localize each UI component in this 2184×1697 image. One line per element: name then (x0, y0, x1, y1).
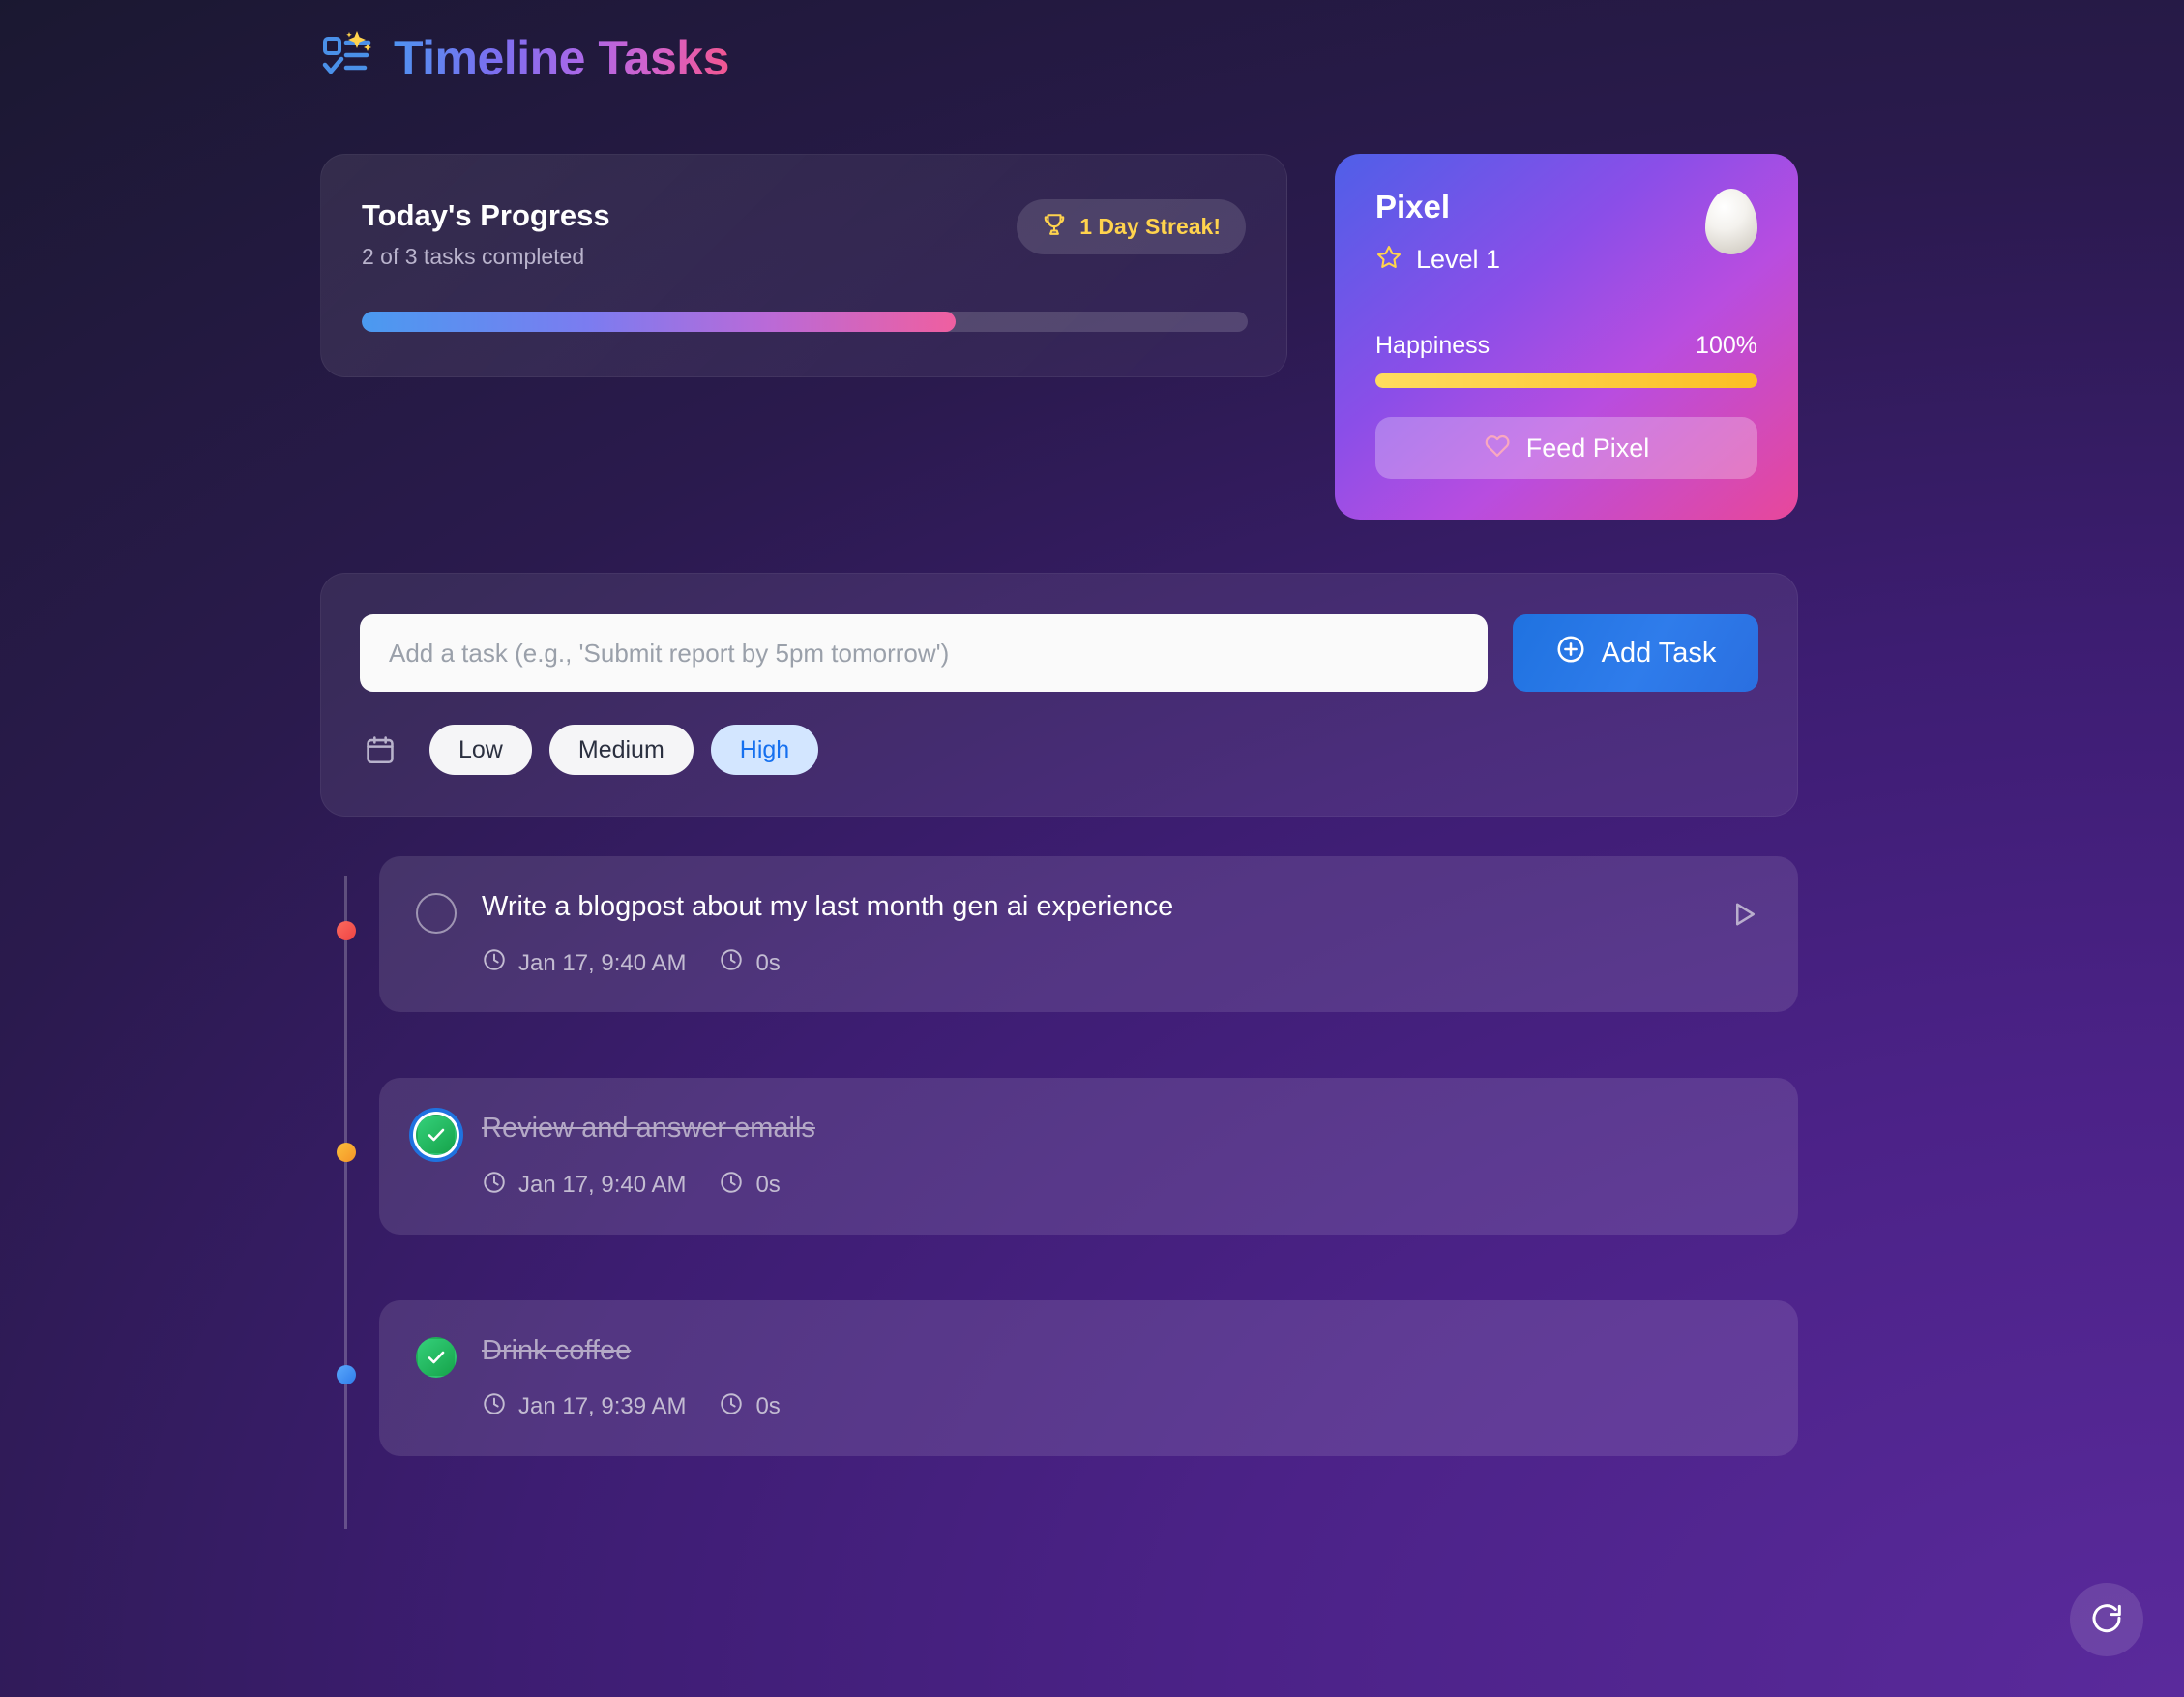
task-duration-label: 0s (755, 949, 781, 976)
page-title: Timeline Tasks (394, 31, 729, 85)
composer-input-row: Add Task (360, 614, 1758, 692)
clock-icon (482, 1391, 507, 1423)
feed-pixel-button[interactable]: Feed Pixel (1375, 417, 1757, 479)
task-date-label: Jan 17, 9:40 AM (518, 949, 687, 976)
task-meta: Jan 17, 9:40 AM 0s (482, 1170, 1761, 1202)
task-duration: 0s (719, 1170, 781, 1202)
task-duration-label: 0s (755, 1172, 781, 1198)
timeline-dot-high (337, 921, 356, 940)
progress-text-block: Today's Progress 2 of 3 tasks completed (362, 197, 610, 270)
task-date: Jan 17, 9:40 AM (482, 947, 686, 979)
heart-icon (1484, 432, 1511, 465)
progress-header: Today's Progress 2 of 3 tasks completed … (362, 197, 1246, 270)
pixel-level-row: Level 1 (1375, 244, 1757, 276)
pixel-level-label: Level 1 (1416, 245, 1501, 274)
timeline-dot-medium (337, 1143, 356, 1163)
task-meta: Jan 17, 9:40 AM 0s (482, 947, 1701, 979)
progress-subtitle: 2 of 3 tasks completed (362, 243, 585, 269)
start-timer-button[interactable] (1727, 897, 1761, 935)
clock-icon (719, 1170, 744, 1202)
refresh-icon (2088, 1600, 2125, 1640)
todays-progress-card: Today's Progress 2 of 3 tasks completed … (320, 154, 1287, 377)
task-duration-label: 0s (755, 1393, 781, 1420)
task-row: Drink coffee Jan 17, 9:39 AM 0s (320, 1299, 1798, 1456)
priority-chip-medium[interactable]: Medium (548, 725, 694, 775)
progress-bar-fill (362, 312, 956, 332)
streak-label: 1 Day Streak! (1079, 214, 1221, 239)
task-checkbox-checked-icon[interactable] (416, 1336, 457, 1378)
task-composer: Add Task Low Medium High (320, 573, 1798, 817)
refresh-button[interactable] (2070, 1583, 2143, 1656)
task-input[interactable] (360, 614, 1488, 692)
task-card: Drink coffee Jan 17, 9:39 AM 0s (379, 1299, 1798, 1456)
progress-bar-track (362, 312, 1248, 332)
task-date: Jan 17, 9:40 AM (482, 1170, 686, 1202)
task-body: Write a blogpost about my last month gen… (482, 887, 1701, 979)
pixel-name: Pixel (1375, 189, 1451, 224)
clock-icon (719, 947, 744, 979)
task-duration: 0s (719, 1391, 781, 1423)
happiness-row: Happiness 100% (1375, 332, 1757, 360)
task-row: Write a blogpost about my last month gen… (320, 856, 1798, 1013)
app-root: Timeline Tasks Today's Progress 2 of 3 t… (0, 0, 2184, 1697)
trophy-icon (1042, 212, 1067, 242)
task-title: Drink coffee (482, 1334, 632, 1366)
app-header: Timeline Tasks (320, 23, 729, 93)
task-list: Write a blogpost about my last month gen… (320, 856, 1798, 1456)
task-body: Review and answer emails Jan 17, 9:40 AM 0… (482, 1109, 1761, 1201)
task-meta: Jan 17, 9:39 AM 0s (482, 1391, 1761, 1423)
task-checkbox-checked-icon[interactable] (416, 1115, 457, 1156)
priority-selector: Low Medium High (360, 725, 1758, 775)
streak-badge: 1 Day Streak! (1017, 199, 1246, 254)
task-card: Write a blogpost about my last month gen… (379, 856, 1798, 1013)
plus-circle-icon (1555, 634, 1586, 672)
clock-icon (719, 1391, 744, 1423)
progress-title: Today's Progress (362, 198, 610, 232)
list-check-sparkle-icon (320, 30, 376, 86)
happiness-label: Happiness (1375, 332, 1490, 359)
clock-icon (482, 1170, 507, 1202)
happiness-bar-track (1375, 373, 1757, 388)
calendar-icon[interactable] (360, 729, 400, 770)
task-date: Jan 17, 9:39 AM (482, 1391, 686, 1423)
clock-icon (482, 947, 507, 979)
task-body: Drink coffee Jan 17, 9:39 AM 0s (482, 1331, 1761, 1423)
task-card: Review and answer emails Jan 17, 9:40 AM 0… (379, 1078, 1798, 1235)
feed-pixel-label: Feed Pixel (1525, 432, 1650, 462)
happiness-value: 100% (1696, 332, 1757, 359)
task-title: Write a blogpost about my last month gen… (482, 891, 1174, 922)
add-task-button[interactable]: Add Task (1513, 614, 1758, 692)
happiness-bar-fill (1375, 373, 1757, 388)
task-checkbox-icon[interactable] (416, 893, 457, 934)
task-duration: 0s (719, 947, 781, 979)
timeline-dot-low (337, 1364, 356, 1384)
star-icon (1375, 244, 1402, 276)
task-row: Review and answer emails Jan 17, 9:40 AM 0… (320, 1078, 1798, 1235)
add-task-label: Add Task (1601, 637, 1717, 669)
task-date-label: Jan 17, 9:39 AM (518, 1393, 687, 1420)
task-timeline: Write a blogpost about my last month gen… (320, 856, 1798, 1529)
play-icon (1727, 897, 1761, 935)
priority-chip-low[interactable]: Low (429, 725, 532, 775)
priority-chip-high[interactable]: High (710, 725, 819, 775)
task-title: Review and answer emails (482, 1113, 815, 1145)
pixel-pet-card: Pixel Level 1 Happiness 100% Feed Pixel (1335, 154, 1798, 520)
task-date-label: Jan 17, 9:40 AM (518, 1172, 687, 1198)
